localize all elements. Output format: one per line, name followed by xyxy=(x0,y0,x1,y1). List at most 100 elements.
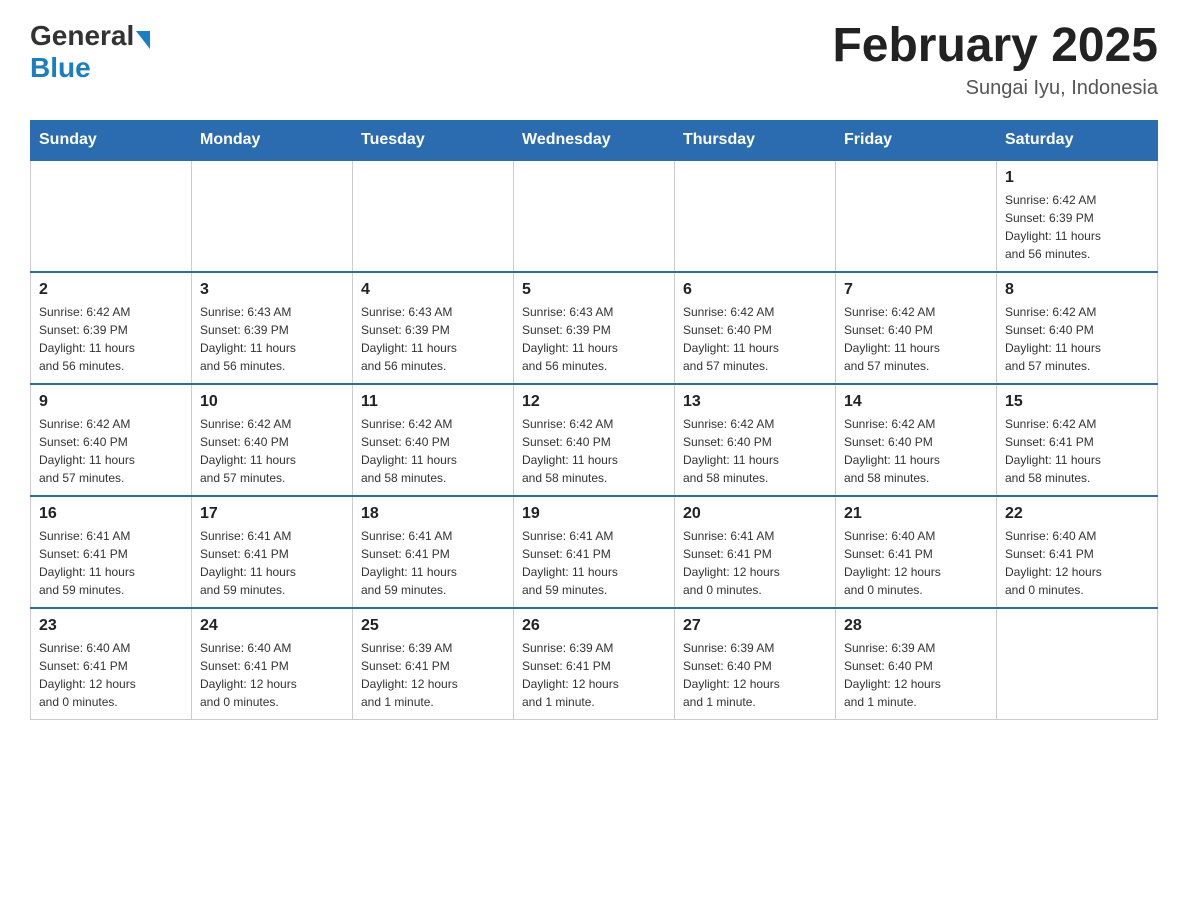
day-number: 17 xyxy=(200,505,344,523)
day-info: Sunrise: 6:40 AM Sunset: 6:41 PM Dayligh… xyxy=(39,639,183,711)
day-info: Sunrise: 6:42 AM Sunset: 6:40 PM Dayligh… xyxy=(361,415,505,487)
calendar-cell: 2 Sunrise: 6:42 AM Sunset: 6:39 PM Daylig… xyxy=(31,272,192,384)
day-info: Sunrise: 6:39 AM Sunset: 6:40 PM Dayligh… xyxy=(844,639,988,711)
calendar-cell: 28 Sunrise: 6:39 AM Sunset: 6:40 PM Dayli… xyxy=(836,608,997,720)
day-info: Sunrise: 6:40 AM Sunset: 6:41 PM Dayligh… xyxy=(1005,527,1149,599)
calendar-cell: 10Sunrise: 6:42 AM Sunset: 6:40 PM Dayli… xyxy=(192,384,353,496)
day-number: 3 xyxy=(200,281,344,299)
calendar-cell xyxy=(997,608,1158,720)
day-number: 25 xyxy=(361,617,505,635)
calendar-cell xyxy=(353,160,514,272)
day-number: 5 xyxy=(522,281,666,299)
calendar-cell: 20 Sunrise: 6:41 AM Sunset: 6:41 PM Dayli… xyxy=(675,496,836,608)
day-number: 19 xyxy=(522,505,666,523)
day-info: Sunrise: 6:39 AM Sunset: 6:41 PM Dayligh… xyxy=(522,639,666,711)
logo-general-text: General xyxy=(30,20,134,52)
week-row-5: 23 Sunrise: 6:40 AM Sunset: 6:41 PM Dayli… xyxy=(31,608,1158,720)
day-info: Sunrise: 6:41 AM Sunset: 6:41 PM Dayligh… xyxy=(522,527,666,599)
weekday-header-sunday: Sunday xyxy=(31,120,192,160)
day-number: 22 xyxy=(1005,505,1149,523)
calendar-cell: 27 Sunrise: 6:39 AM Sunset: 6:40 PM Dayli… xyxy=(675,608,836,720)
calendar-cell: 14 Sunrise: 6:42 AM Sunset: 6:40 PM Dayli… xyxy=(836,384,997,496)
day-number: 10 xyxy=(200,393,344,411)
calendar-cell: 6Sunrise: 6:42 AM Sunset: 6:40 PM Daylig… xyxy=(675,272,836,384)
week-row-3: 9 Sunrise: 6:42 AM Sunset: 6:40 PM Daylig… xyxy=(31,384,1158,496)
day-number: 2 xyxy=(39,281,183,299)
logo: General xyxy=(30,20,152,52)
day-number: 7 xyxy=(844,281,988,299)
day-info: Sunrise: 6:42 AM Sunset: 6:40 PM Dayligh… xyxy=(844,415,988,487)
day-number: 23 xyxy=(39,617,183,635)
day-info: Sunrise: 6:42 AM Sunset: 6:39 PM Dayligh… xyxy=(1005,191,1149,263)
day-number: 15 xyxy=(1005,393,1149,411)
calendar-cell: 4Sunrise: 6:43 AM Sunset: 6:39 PM Daylig… xyxy=(353,272,514,384)
calendar-cell: 23 Sunrise: 6:40 AM Sunset: 6:41 PM Dayli… xyxy=(31,608,192,720)
day-number: 13 xyxy=(683,393,827,411)
calendar-cell: 3Sunrise: 6:43 AM Sunset: 6:39 PM Daylig… xyxy=(192,272,353,384)
calendar-cell: 16 Sunrise: 6:41 AM Sunset: 6:41 PM Dayli… xyxy=(31,496,192,608)
weekday-header-thursday: Thursday xyxy=(675,120,836,160)
title-area: February 2025 Sungai Iyu, Indonesia xyxy=(832,20,1158,100)
day-info: Sunrise: 6:41 AM Sunset: 6:41 PM Dayligh… xyxy=(200,527,344,599)
logo-arrow-icon xyxy=(136,31,150,49)
day-info: Sunrise: 6:40 AM Sunset: 6:41 PM Dayligh… xyxy=(200,639,344,711)
day-number: 11 xyxy=(361,393,505,411)
day-number: 16 xyxy=(39,505,183,523)
day-number: 27 xyxy=(683,617,827,635)
day-number: 6 xyxy=(683,281,827,299)
weekday-header-saturday: Saturday xyxy=(997,120,1158,160)
calendar-cell xyxy=(675,160,836,272)
weekday-header-tuesday: Tuesday xyxy=(353,120,514,160)
day-number: 1 xyxy=(1005,169,1149,187)
day-number: 14 xyxy=(844,393,988,411)
day-info: Sunrise: 6:42 AM Sunset: 6:39 PM Dayligh… xyxy=(39,303,183,375)
calendar-cell: 12Sunrise: 6:42 AM Sunset: 6:40 PM Dayli… xyxy=(514,384,675,496)
day-number: 21 xyxy=(844,505,988,523)
calendar-cell: 5 Sunrise: 6:43 AM Sunset: 6:39 PM Daylig… xyxy=(514,272,675,384)
logo-blue-text: Blue xyxy=(30,52,91,84)
weekday-header-row: SundayMondayTuesdayWednesdayThursdayFrid… xyxy=(31,120,1158,160)
calendar-cell xyxy=(836,160,997,272)
day-info: Sunrise: 6:41 AM Sunset: 6:41 PM Dayligh… xyxy=(39,527,183,599)
day-info: Sunrise: 6:41 AM Sunset: 6:41 PM Dayligh… xyxy=(361,527,505,599)
day-info: Sunrise: 6:43 AM Sunset: 6:39 PM Dayligh… xyxy=(522,303,666,375)
day-number: 26 xyxy=(522,617,666,635)
week-row-1: 1 Sunrise: 6:42 AM Sunset: 6:39 PM Daylig… xyxy=(31,160,1158,272)
week-row-2: 2 Sunrise: 6:42 AM Sunset: 6:39 PM Daylig… xyxy=(31,272,1158,384)
calendar-cell xyxy=(31,160,192,272)
month-year-title: February 2025 xyxy=(832,20,1158,73)
day-info: Sunrise: 6:41 AM Sunset: 6:41 PM Dayligh… xyxy=(683,527,827,599)
day-info: Sunrise: 6:42 AM Sunset: 6:41 PM Dayligh… xyxy=(1005,415,1149,487)
logo-area: General Blue xyxy=(30,20,152,84)
weekday-header-wednesday: Wednesday xyxy=(514,120,675,160)
weekday-header-friday: Friday xyxy=(836,120,997,160)
calendar-cell: 22 Sunrise: 6:40 AM Sunset: 6:41 PM Dayli… xyxy=(997,496,1158,608)
day-info: Sunrise: 6:40 AM Sunset: 6:41 PM Dayligh… xyxy=(844,527,988,599)
calendar-cell xyxy=(192,160,353,272)
header: General Blue February 2025 Sungai Iyu, I… xyxy=(30,20,1158,100)
day-info: Sunrise: 6:42 AM Sunset: 6:40 PM Dayligh… xyxy=(1005,303,1149,375)
day-info: Sunrise: 6:42 AM Sunset: 6:40 PM Dayligh… xyxy=(39,415,183,487)
calendar-cell: 13 Sunrise: 6:42 AM Sunset: 6:40 PM Dayli… xyxy=(675,384,836,496)
day-info: Sunrise: 6:43 AM Sunset: 6:39 PM Dayligh… xyxy=(361,303,505,375)
calendar-cell: 21 Sunrise: 6:40 AM Sunset: 6:41 PM Dayli… xyxy=(836,496,997,608)
day-info: Sunrise: 6:39 AM Sunset: 6:41 PM Dayligh… xyxy=(361,639,505,711)
day-info: Sunrise: 6:39 AM Sunset: 6:40 PM Dayligh… xyxy=(683,639,827,711)
day-number: 24 xyxy=(200,617,344,635)
calendar-cell: 1 Sunrise: 6:42 AM Sunset: 6:39 PM Daylig… xyxy=(997,160,1158,272)
day-number: 18 xyxy=(361,505,505,523)
calendar-table: SundayMondayTuesdayWednesdayThursdayFrid… xyxy=(30,120,1158,720)
day-number: 20 xyxy=(683,505,827,523)
day-number: 28 xyxy=(844,617,988,635)
calendar-cell: 9 Sunrise: 6:42 AM Sunset: 6:40 PM Daylig… xyxy=(31,384,192,496)
calendar-cell: 7Sunrise: 6:42 AM Sunset: 6:40 PM Daylig… xyxy=(836,272,997,384)
calendar-cell: 26 Sunrise: 6:39 AM Sunset: 6:41 PM Dayli… xyxy=(514,608,675,720)
day-number: 9 xyxy=(39,393,183,411)
day-number: 8 xyxy=(1005,281,1149,299)
calendar-cell: 24 Sunrise: 6:40 AM Sunset: 6:41 PM Dayli… xyxy=(192,608,353,720)
location-subtitle: Sungai Iyu, Indonesia xyxy=(832,77,1158,100)
day-info: Sunrise: 6:42 AM Sunset: 6:40 PM Dayligh… xyxy=(683,415,827,487)
calendar-cell: 15 Sunrise: 6:42 AM Sunset: 6:41 PM Dayli… xyxy=(997,384,1158,496)
calendar-cell: 25 Sunrise: 6:39 AM Sunset: 6:41 PM Dayli… xyxy=(353,608,514,720)
day-info: Sunrise: 6:42 AM Sunset: 6:40 PM Dayligh… xyxy=(522,415,666,487)
